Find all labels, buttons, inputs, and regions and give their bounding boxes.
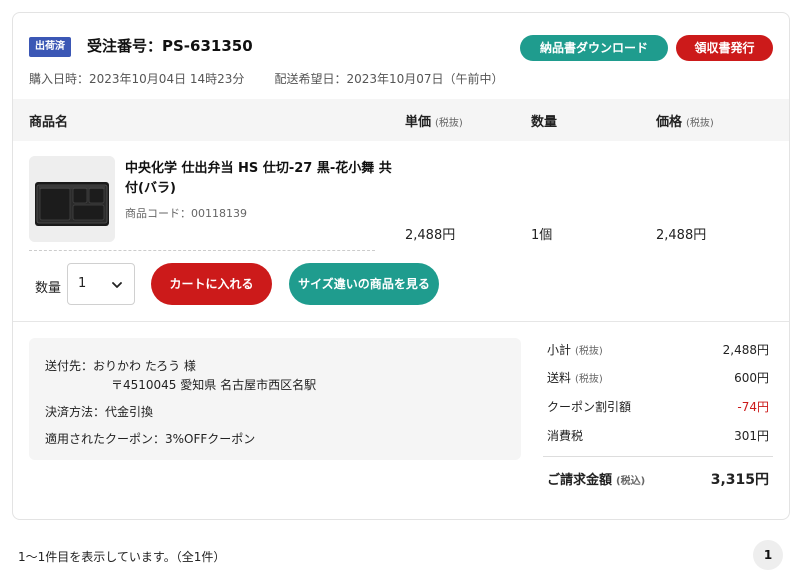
status-badge: 出荷済: [29, 37, 71, 57]
dashed-divider: [29, 250, 375, 251]
table-header: 商品名 単価 (税抜) 数量 価格 (税抜): [13, 99, 789, 141]
col-unit-price: 単価 (税抜): [405, 115, 463, 130]
purchase-date: 購入日時：2023年10月04日 14時23分: [29, 72, 245, 86]
section-divider: [13, 321, 789, 322]
order-number: 受注番号：PS-631350: [87, 37, 253, 55]
summary-divider: [543, 456, 773, 457]
delivery-date: 配送希望日：2023年10月07日（午前中）: [274, 72, 504, 86]
unit-price-value: 2,488円: [405, 228, 456, 243]
pagination-info: 1～1件目を表示しています。（全1件）: [18, 550, 226, 564]
quantity-value: 1個: [531, 228, 553, 243]
applied-coupon: 適用されたクーポン：3%OFFクーポン: [45, 432, 256, 446]
bento-box-image[interactable]: [29, 156, 115, 242]
quantity-select[interactable]: 1: [67, 263, 135, 305]
recipient: 送付先：おりかわ たろう 様: [45, 359, 196, 373]
order-header: 出荷済 受注番号：PS-631350 納品書ダウンロード 領収書発行 購入日時：…: [13, 13, 789, 99]
col-price: 価格 (税抜): [656, 115, 714, 130]
receipt-issue-button[interactable]: 領収書発行: [676, 35, 773, 61]
order-dates: 購入日時：2023年10月04日 14時23分 配送希望日：2023年10月07日…: [29, 70, 504, 87]
invoice-download-button[interactable]: 納品書ダウンロード: [520, 35, 668, 61]
product-name[interactable]: 中央化学 仕出弁当 HS 仕切-27 黒-花小舞 共付(バラ): [125, 159, 395, 199]
quantity-select-value: 1: [78, 276, 87, 291]
col-quantity: 数量: [531, 115, 558, 130]
col-product-name: 商品名: [29, 115, 69, 130]
address: 〒4510045 愛知県 名古屋市西区名駅: [111, 378, 317, 392]
payment-method: 決済方法：代金引換: [45, 405, 154, 419]
chevron-down-icon: [112, 282, 122, 288]
page-1-button[interactable]: 1: [753, 540, 783, 570]
shipping-info-box: 送付先：おりかわ たろう 様 〒4510045 愛知県 名古屋市西区名駅 決済方…: [29, 338, 521, 460]
view-other-sizes-button[interactable]: サイズ違いの商品を見る: [289, 263, 439, 305]
order-card: 出荷済 受注番号：PS-631350 納品書ダウンロード 領収書発行 購入日時：…: [12, 12, 790, 520]
price-value: 2,488円: [656, 228, 707, 243]
add-to-cart-button[interactable]: カートに入れる: [151, 263, 272, 305]
quantity-label: 数量: [35, 281, 62, 296]
product-code: 商品コード：00118139: [125, 207, 247, 220]
